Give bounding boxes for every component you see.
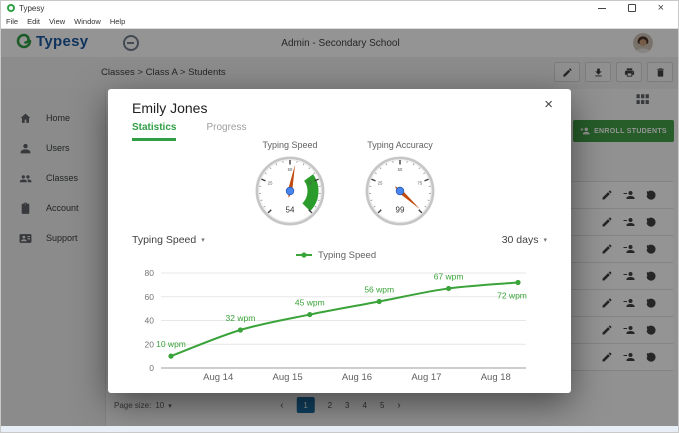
svg-text:54: 54 (286, 206, 295, 215)
tab-progress[interactable]: Progress (206, 122, 246, 141)
svg-text:80: 80 (145, 268, 155, 278)
close-dialog-icon[interactable]: × (544, 97, 553, 113)
minimize-icon[interactable] (598, 8, 606, 9)
svg-text:72 wpm: 72 wpm (497, 291, 527, 301)
menu-window[interactable]: Window (74, 17, 101, 26)
metric-dropdown-value: Typing Speed (132, 234, 196, 246)
menu-edit[interactable]: Edit (27, 17, 40, 26)
range-dropdown[interactable]: 30 days ▾ (502, 234, 547, 246)
window-bottom-frame (1, 426, 679, 433)
maximize-icon[interactable] (628, 4, 636, 12)
svg-text:75: 75 (418, 180, 423, 185)
svg-text:Aug 15: Aug 15 (273, 372, 303, 383)
typing-accuracy-gauge: Typing Accuracy 25 50 75 99 (340, 140, 460, 232)
caret-down-icon: ▾ (543, 236, 547, 244)
close-window-icon[interactable]: × (658, 4, 664, 12)
menu-file[interactable]: File (6, 17, 18, 26)
svg-text:25: 25 (268, 180, 273, 185)
svg-text:10 wpm: 10 wpm (156, 339, 186, 349)
gauge-title: Typing Accuracy (340, 140, 460, 150)
svg-text:67 wpm: 67 wpm (434, 271, 464, 281)
svg-text:Aug 16: Aug 16 (342, 372, 372, 383)
metric-dropdown[interactable]: Typing Speed ▾ (132, 234, 205, 246)
student-name-title: Emily Jones (132, 100, 207, 116)
svg-text:99: 99 (396, 206, 405, 215)
os-title-bar: Typesy × (1, 1, 678, 15)
tab-statistics[interactable]: Statistics (132, 122, 176, 141)
menu-view[interactable]: View (49, 17, 65, 26)
svg-text:75: 75 (308, 180, 313, 185)
typesy-logo-icon (7, 4, 15, 12)
range-dropdown-value: 30 days (502, 234, 539, 246)
menu-bar: File Edit View Window Help (1, 15, 678, 29)
svg-text:45 wpm: 45 wpm (295, 298, 325, 308)
svg-text:50: 50 (288, 167, 293, 172)
dialog-tabs: Statistics Progress (132, 122, 246, 141)
typing-speed-chart: 0 20 40 60 80 Aug 14 Aug 15 Aug 16 Aug 17 Aug 18 1… (116, 247, 563, 387)
student-stats-dialog: Emily Jones × Statistics Progress Typing … (108, 89, 571, 393)
typing-speed-gauge: Typing Speed 25 50 75 54 (230, 140, 350, 232)
svg-text:50: 50 (398, 167, 403, 172)
svg-text:0: 0 (149, 363, 154, 373)
svg-text:56 wpm: 56 wpm (364, 285, 394, 295)
svg-text:25: 25 (378, 180, 383, 185)
svg-text:Aug 14: Aug 14 (203, 372, 233, 383)
app-area: Typesy Admin - Secondary School Classes … (1, 29, 679, 426)
svg-text:32 wpm: 32 wpm (226, 313, 256, 323)
svg-text:40: 40 (145, 316, 155, 326)
svg-text:Aug 18: Aug 18 (481, 372, 511, 383)
caret-down-icon: ▾ (201, 236, 205, 244)
window-title: Typesy (19, 4, 44, 13)
svg-text:20: 20 (145, 339, 155, 349)
app-window: Typesy × File Edit View Window Help Typesy A… (0, 0, 679, 433)
gauge-title: Typing Speed (230, 140, 350, 150)
svg-text:Typing Speed: Typing Speed (318, 250, 376, 261)
menu-help[interactable]: Help (110, 17, 125, 26)
svg-text:Aug 17: Aug 17 (411, 372, 441, 383)
svg-text:60: 60 (145, 292, 155, 302)
